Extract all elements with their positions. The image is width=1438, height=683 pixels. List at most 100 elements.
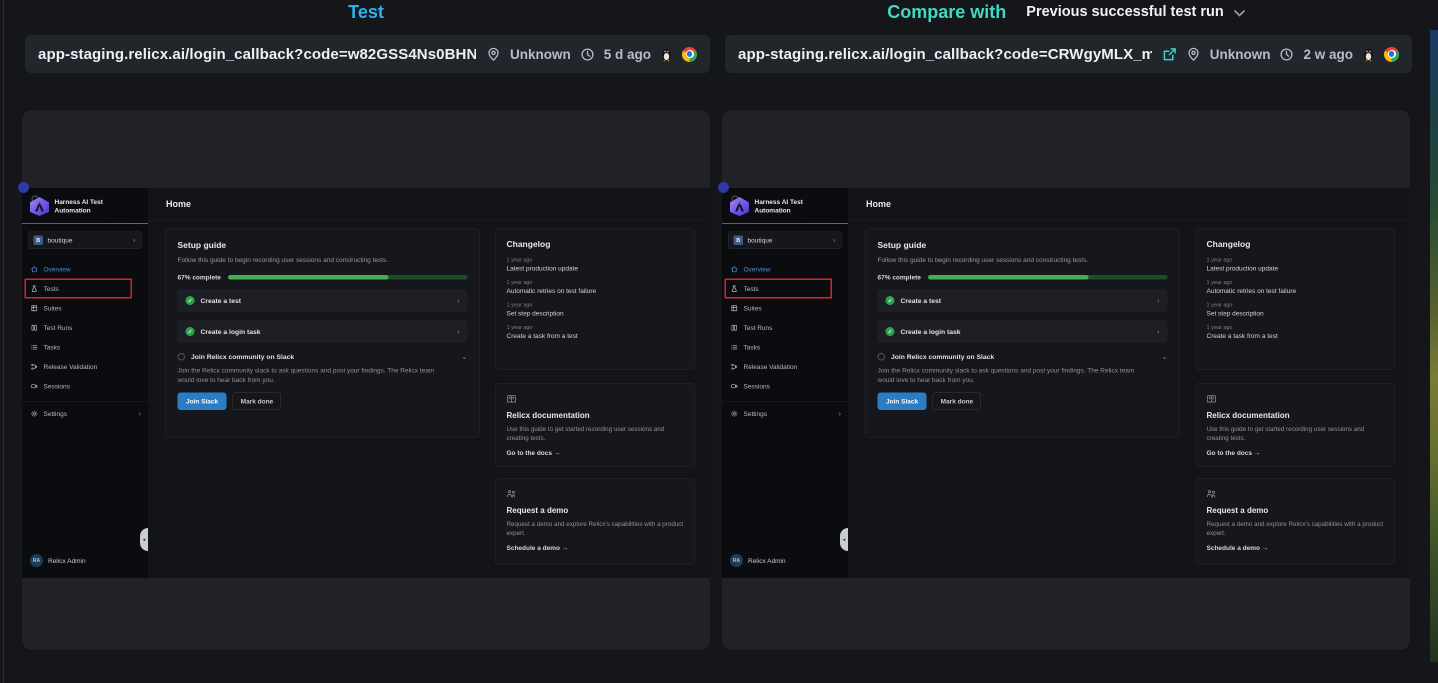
sidebar-item-release-validation[interactable]: Release Validation <box>722 358 848 375</box>
demo-description: Request a demo and explore Relicx's capa… <box>507 520 684 538</box>
sidebar-item-sessions[interactable]: Sessions <box>22 378 148 395</box>
sidebar-item-sessions[interactable]: Sessions <box>722 378 848 395</box>
project-selector[interactable]: B boutique › <box>728 232 842 250</box>
sidebar-item-label: Settings <box>44 410 67 418</box>
mark-done-button[interactable]: Mark done <box>933 392 982 410</box>
changelog-card: Changelog 1 year ago Latest production u… <box>1195 228 1395 370</box>
documentation-card: Relicx documentation Use this guide to g… <box>1195 383 1395 467</box>
right-screenshot-panel: Harness AI Test Automation B boutique › … <box>722 110 1410 650</box>
cursor-position-marker <box>18 182 29 193</box>
sidebar-item-tasks[interactable]: Tasks <box>22 339 148 356</box>
right-run-age: 2 w ago <box>1303 47 1353 62</box>
chevron-down-icon: ⌄ <box>1161 352 1167 361</box>
app-sidebar: Harness AI Test Automation B boutique › … <box>722 188 848 578</box>
schedule-demo-link[interactable]: Schedule a demo → <box>507 544 684 552</box>
sidebar-collapse-handle[interactable]: ◂ <box>840 528 848 551</box>
sidebar-item-release-validation[interactable]: Release Validation <box>22 358 148 375</box>
progress-label: 67% complete <box>178 274 221 282</box>
setup-guide-card: Setup guide Follow this guide to begin r… <box>865 228 1180 438</box>
sidebar-item-suites[interactable]: Suites <box>22 300 148 317</box>
columns-icon <box>731 324 739 332</box>
arrow-right-icon: → <box>554 449 561 457</box>
right-run-url-bar[interactable]: app-staging.relicx.ai/login_callback?cod… <box>725 35 1412 73</box>
sidebar-item-test-runs[interactable]: Test Runs <box>22 319 148 336</box>
sidebar-item-overview[interactable]: Overview <box>722 261 848 278</box>
sidebar-item-tests[interactable]: Tests <box>22 280 148 297</box>
right-app-screenshot: Harness AI Test Automation B boutique › … <box>722 188 1410 578</box>
grid-icon <box>31 304 39 312</box>
sidebar-divider <box>22 402 148 403</box>
arrow-right-icon: → <box>1254 449 1261 457</box>
linux-penguin-icon <box>1362 47 1375 62</box>
left-run-url-bar[interactable]: app-staging.relicx.ai/login_callback?cod… <box>25 35 710 73</box>
mark-done-button[interactable]: Mark done <box>233 392 282 410</box>
sidebar-item-label: Suites <box>44 304 62 312</box>
book-icon <box>1207 395 1217 404</box>
slack-step-description: Join the Relicx community slack to ask q… <box>178 366 468 385</box>
chrome-browser-icon <box>1384 47 1399 62</box>
slack-step-header[interactable]: Join Relicx community on Slack ⌄ <box>878 352 1168 361</box>
sidebar-item-test-runs[interactable]: Test Runs <box>722 319 848 336</box>
docs-description: Use this guide to get started recording … <box>507 425 684 443</box>
next-panel-edge-preview[interactable] <box>1430 30 1438 662</box>
demo-description: Request a demo and explore Relicx's capa… <box>1207 520 1384 538</box>
branch-icon <box>731 363 739 371</box>
changelog-entry: 1 year ago Latest production update <box>507 257 684 272</box>
people-icon <box>507 490 517 499</box>
check-circle-icon: ✓ <box>186 327 195 336</box>
project-selector[interactable]: B boutique › <box>28 232 142 250</box>
zoom-cursor-icon <box>30 194 42 206</box>
go-to-docs-link[interactable]: Go to the docs → <box>1207 449 1384 457</box>
check-circle-icon: ✓ <box>886 296 895 305</box>
compare-run-dropdown[interactable]: Previous successful test run <box>1026 4 1244 20</box>
sidebar-item-overview[interactable]: Overview <box>22 261 148 278</box>
location-pin-icon <box>1186 47 1201 62</box>
join-slack-button[interactable]: Join Slack <box>878 392 927 410</box>
sidebar-item-tests[interactable]: Tests <box>722 280 848 297</box>
project-name: boutique <box>748 237 773 245</box>
progress-track <box>928 275 1168 280</box>
external-link-icon[interactable] <box>1162 47 1177 62</box>
left-run-location: Unknown <box>510 47 571 62</box>
user-menu[interactable]: RA Relicx Admin <box>722 554 848 578</box>
documentation-card: Relicx documentation Use this guide to g… <box>495 383 695 467</box>
user-menu[interactable]: RA Relicx Admin <box>22 554 148 578</box>
slack-step: Join Relicx community on Slack ⌄ Join th… <box>878 352 1168 410</box>
left-edge-divider <box>3 0 4 683</box>
setup-step-create-test[interactable]: ✓ Create a test › <box>178 289 468 312</box>
chrome-browser-icon <box>682 47 697 62</box>
comparison-view: Test Compare with Previous successful te… <box>0 0 1438 683</box>
changelog-entry: 1 year ago Automatic retries on test fai… <box>1207 280 1384 295</box>
schedule-demo-link[interactable]: Schedule a demo → <box>1207 544 1384 552</box>
avatar: RA <box>30 554 43 567</box>
sidebar-item-suites[interactable]: Suites <box>722 300 848 317</box>
sidebar-item-label: Sessions <box>44 382 70 390</box>
sidebar-item-label: Tasks <box>744 343 761 351</box>
sidebar-item-tasks[interactable]: Tasks <box>722 339 848 356</box>
demo-title: Request a demo <box>1207 507 1384 516</box>
progress-label: 67% complete <box>878 274 921 282</box>
changelog-title: Changelog <box>1207 240 1384 250</box>
incomplete-circle-icon <box>178 353 186 361</box>
sidebar-item-settings[interactable]: Settings › <box>722 405 848 422</box>
sidebar-item-label: Tests <box>744 285 759 293</box>
user-name: Relicx Admin <box>748 557 786 565</box>
join-slack-button[interactable]: Join Slack <box>178 392 227 410</box>
cursor-position-marker <box>718 182 729 193</box>
right-column-header: Compare with Previous successful test ru… <box>722 0 1410 24</box>
page-header: Home <box>148 188 710 221</box>
book-icon <box>507 395 517 404</box>
setup-step-create-login-task[interactable]: ✓ Create a login task › <box>178 320 468 343</box>
sidebar-collapse-handle[interactable]: ◂ <box>140 528 148 551</box>
chevron-down-icon: ⌄ <box>461 352 467 361</box>
setup-step-create-test[interactable]: ✓ Create a test › <box>878 289 1168 312</box>
arrow-right-icon: → <box>1262 544 1269 552</box>
sidebar-item-settings[interactable]: Settings › <box>22 405 148 422</box>
go-to-docs-link[interactable]: Go to the docs → <box>507 449 684 457</box>
chevron-right-icon: › <box>457 296 460 305</box>
setup-step-create-login-task[interactable]: ✓ Create a login task › <box>878 320 1168 343</box>
app-sidebar: Harness AI Test Automation B boutique › … <box>22 188 148 578</box>
setup-guide-description: Follow this guide to begin recording use… <box>178 256 468 265</box>
progress-track <box>228 275 468 280</box>
slack-step-header[interactable]: Join Relicx community on Slack ⌄ <box>178 352 468 361</box>
